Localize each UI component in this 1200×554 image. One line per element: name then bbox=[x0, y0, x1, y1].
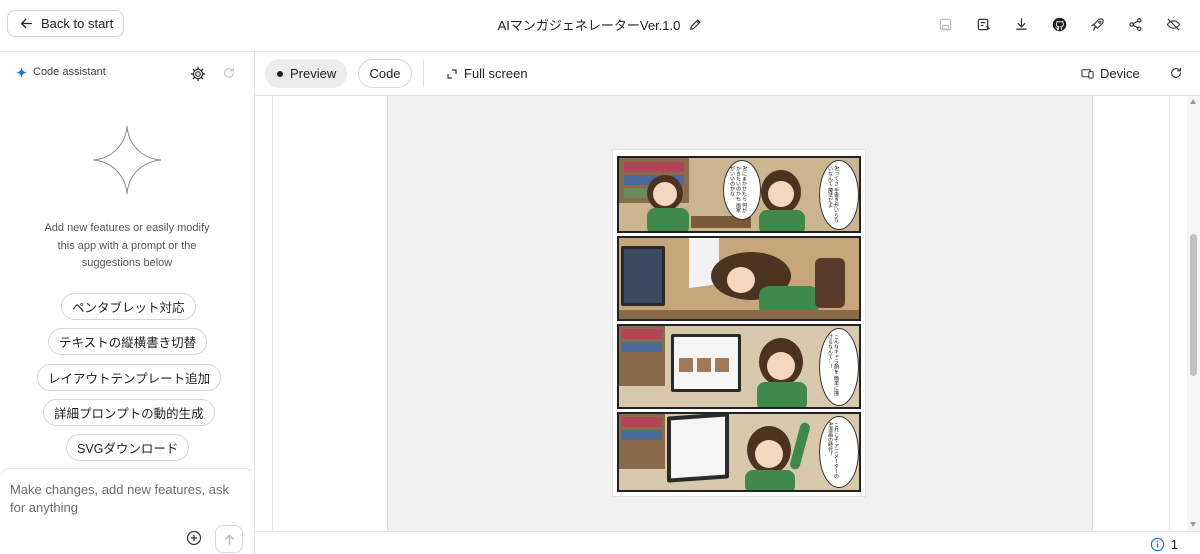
send-button[interactable] bbox=[215, 525, 243, 553]
device-label: Device bbox=[1100, 66, 1140, 81]
share-icon[interactable] bbox=[1116, 12, 1154, 36]
arrow-up-icon bbox=[224, 533, 234, 545]
app-title-text: AIマンガジェネレーターVer.1.0 bbox=[497, 18, 681, 33]
save-as-icon[interactable] bbox=[964, 12, 1002, 36]
manga-panel-3: こんなキャラ顔を 簡単に描けるなんて…！ bbox=[617, 324, 861, 409]
expand-icon bbox=[447, 68, 457, 79]
top-bar: Back to start AIマンガジェネレーターVer.1.0 bbox=[0, 0, 1200, 52]
add-attachment-icon[interactable] bbox=[186, 530, 202, 546]
github-icon[interactable] bbox=[1040, 12, 1078, 36]
suggestion-chip[interactable]: ペンタブレット対応 bbox=[61, 293, 196, 320]
preview-scrollbar[interactable] bbox=[1187, 96, 1200, 531]
sparkle-outline-icon bbox=[92, 125, 162, 195]
suggestion-chip[interactable]: 詳細プロンプトの動的生成 bbox=[43, 399, 215, 426]
scrollbar-thumb[interactable] bbox=[1190, 234, 1197, 376]
bubble-text: こんなキャラ顔を 簡単に描けるなんて…！ bbox=[827, 334, 839, 396]
prompt-input[interactable]: Make changes, add new features, ask for … bbox=[10, 481, 246, 517]
device-icon bbox=[1081, 69, 1094, 79]
active-dot-icon bbox=[277, 70, 283, 77]
deploy-rocket-icon[interactable] bbox=[1078, 12, 1116, 36]
status-bar: 1 bbox=[255, 531, 1200, 554]
speech-bubble bbox=[819, 416, 859, 488]
suggestion-chip[interactable]: SVGダウンロード bbox=[66, 434, 190, 461]
tab-preview-label: Preview bbox=[290, 66, 337, 81]
scroll-down-icon[interactable] bbox=[1190, 522, 1196, 527]
tab-code[interactable]: Code bbox=[358, 59, 412, 88]
bubble-text: AIってさ 手書きがいらないなんて 魔法だよ bbox=[827, 166, 839, 223]
reset-chat-icon[interactable] bbox=[222, 66, 236, 80]
refresh-preview-icon[interactable] bbox=[1169, 66, 1183, 80]
assistant-title: Code assistant bbox=[33, 66, 106, 78]
issues-count: 1 bbox=[1170, 537, 1178, 552]
edit-pencil-icon[interactable] bbox=[688, 18, 702, 32]
tab-code-label: Code bbox=[369, 66, 401, 81]
full-screen-label: Full screen bbox=[464, 66, 528, 81]
speech-bubble bbox=[819, 328, 859, 406]
device-button[interactable]: Device bbox=[1081, 59, 1140, 88]
hide-panel-icon[interactable] bbox=[1154, 12, 1192, 36]
chat-composer: Make changes, add new features, ask for … bbox=[0, 468, 254, 554]
assistant-header: Code assistant bbox=[16, 66, 106, 78]
code-assistant-panel: Code assistant Add new features or easil… bbox=[0, 52, 255, 554]
suggestion-chip[interactable]: テキストの縦横書き切替 bbox=[48, 328, 208, 355]
scroll-up-icon[interactable] bbox=[1190, 99, 1196, 104]
tab-preview[interactable]: Preview bbox=[265, 59, 347, 88]
sparkle-icon bbox=[16, 66, 27, 78]
preview-toolbar: Preview Code Full screen Device bbox=[255, 52, 1200, 96]
download-icon[interactable] bbox=[1002, 12, 1040, 36]
settings-gear-icon[interactable] bbox=[190, 66, 206, 82]
save-icon[interactable] bbox=[926, 12, 964, 36]
top-actions bbox=[926, 12, 1192, 36]
info-icon bbox=[1150, 537, 1164, 552]
bubble-text: AIにまかせたら 何がかきたいのかも 画家がいいのかな bbox=[729, 166, 747, 213]
manga-panel-4: これこそ アニメーターの AI漫画の時代！ bbox=[617, 412, 861, 492]
suggestion-chip[interactable]: レイアウトテンプレート追加 bbox=[37, 364, 222, 391]
preview-frame: AIってさ 手書きがいらないなんて 魔法だよ AIにまかせたら 何がかきたいのか… bbox=[272, 96, 1170, 531]
issues-indicator[interactable]: 1 bbox=[1150, 537, 1178, 552]
bubble-text: これこそ アニメーターの AI漫画の時代！ bbox=[827, 422, 839, 479]
assistant-intro-text: Add new features or easily modify this a… bbox=[44, 222, 210, 269]
manga-panel-1: AIってさ 手書きがいらないなんて 魔法だよ AIにまかせたら 何がかきたいのか… bbox=[617, 156, 861, 233]
app-preview: AIってさ 手書きがいらないなんて 魔法だよ AIにまかせたら 何がかきたいのか… bbox=[255, 96, 1200, 531]
toolbar-divider bbox=[423, 60, 424, 87]
manga-panel-2 bbox=[617, 236, 861, 321]
preview-canvas: AIってさ 手書きがいらないなんて 魔法だよ AIにまかせたら 何がかきたいのか… bbox=[387, 96, 1093, 531]
speech-bubble bbox=[819, 160, 859, 230]
manga-image: AIってさ 手書きがいらないなんて 魔法だよ AIにまかせたら 何がかきたいのか… bbox=[612, 149, 866, 497]
full-screen-button[interactable]: Full screen bbox=[447, 59, 528, 88]
